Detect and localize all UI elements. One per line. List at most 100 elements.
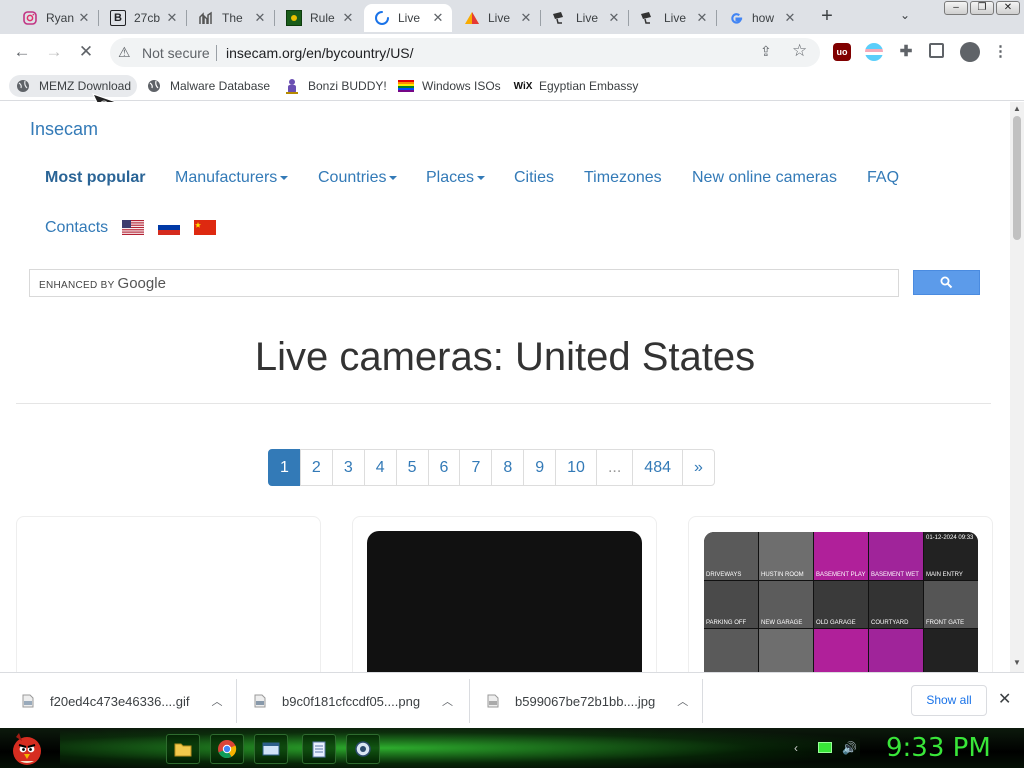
chevron-up-icon[interactable]: ︿ [212,693,223,709]
pagination-page[interactable]: 4 [363,449,397,486]
taskbar-chrome[interactable] [210,734,244,764]
chevron-up-icon[interactable]: ︿ [677,693,688,709]
tab-3[interactable]: The ✕ [188,4,274,32]
window-controls: ‒ ❐ ✕ [944,1,1020,15]
pagination-page[interactable]: 10 [555,449,597,486]
us-flag-icon[interactable] [122,220,144,235]
minimize-button[interactable]: ‒ [944,1,968,15]
close-tab-icon[interactable]: ✕ [340,10,356,26]
pagination-page[interactable]: 5 [395,449,429,486]
address-bar[interactable]: ⚠ Not secure insecam.org/en/bycountry/US… [110,38,820,67]
stop-loading-icon[interactable]: ✕ [75,42,97,64]
page-title: Live cameras: United States [254,335,756,379]
close-tab-icon[interactable]: ✕ [164,10,180,26]
taskbar-window-app[interactable] [254,734,288,764]
page-scrollbar[interactable]: ▲ ▼ [1010,102,1024,672]
tab-divider [716,10,717,26]
download-item-2[interactable]: b9c0f181cfccdf05....png ︿ [252,679,453,723]
bookmark-bonzi-buddy[interactable]: Bonzi BUDDY! [278,75,393,97]
camera-card-1[interactable] [16,516,321,672]
pagination-page[interactable]: 2 [299,449,333,486]
pagination-next[interactable]: » [682,449,715,486]
close-download-bar-icon[interactable]: ✕ [998,689,1011,709]
angry-bird-start-icon[interactable] [6,729,46,767]
nav-cities[interactable]: Cities [514,169,554,187]
tab-4[interactable]: Rule ✕ [276,4,362,32]
bookmark-egyptian-embassy[interactable]: WiX Egyptian Embassy [509,75,644,97]
share-icon[interactable]: ⇪ [760,43,772,60]
camera-cell-label: BASEMENT PLAY [816,571,866,578]
pagination-page[interactable]: 9 [523,449,557,486]
back-arrow-icon[interactable]: ← [11,42,33,64]
download-item-1[interactable]: f20ed4c473e46336....gif ︿ [20,679,223,723]
pagination-page[interactable]: 7 [459,449,493,486]
profile-avatar-icon[interactable] [960,42,980,62]
bookmark-star-icon[interactable]: ☆ [792,41,807,61]
nav-manufacturers[interactable]: Manufacturers [175,169,289,187]
bookmarks-bar: MEMZ Download Malware Database Bonzi BUD… [0,71,1024,115]
camera-thumbnail-black[interactable] [367,531,642,672]
close-tab-icon[interactable]: ✕ [782,10,798,26]
tab-2[interactable]: B 27cb ✕ [100,4,186,32]
china-flag-icon[interactable] [194,220,216,235]
close-tab-icon[interactable]: ✕ [76,10,92,26]
volume-icon[interactable]: 🔊 [842,741,857,755]
russia-flag-icon[interactable] [158,220,180,235]
taskbar-file-explorer[interactable] [166,734,200,764]
menu-kebab-icon[interactable]: ⋮ [993,43,1008,61]
pagination-page[interactable]: 3 [331,449,365,486]
search-button[interactable] [913,270,980,295]
close-tab-icon[interactable]: ✕ [430,10,446,26]
scrollbar-thumb[interactable] [1013,116,1021,240]
tab-5-active[interactable]: Live ✕ [364,4,452,32]
url-text[interactable]: insecam.org/en/bycountry/US/ [226,45,414,61]
tab-6[interactable]: Live ✕ [454,4,540,32]
bookmark-windows-isos[interactable]: Windows ISOs [392,75,507,97]
show-all-downloads-button[interactable]: Show all [911,685,987,716]
nav-new-online-cameras[interactable]: New online cameras [692,169,837,187]
ublock-icon[interactable]: uo [833,43,851,61]
tab-7[interactable]: Live ✕ [542,4,628,32]
warning-icon[interactable]: ⚠ [118,44,131,61]
new-tab-button[interactable]: + [816,6,838,28]
close-tab-icon[interactable]: ✕ [606,10,622,26]
battery-icon[interactable] [818,742,832,753]
nav-most-popular[interactable]: Most popular [45,169,145,187]
nav-faq[interactable]: FAQ [867,169,899,187]
taskbar-media-app[interactable] [346,734,380,764]
close-tab-icon[interactable]: ✕ [252,10,268,26]
scroll-up-arrow-icon[interactable]: ▲ [1013,104,1021,113]
side-panel-icon[interactable] [929,43,944,58]
extensions-puzzle-icon[interactable]: ✚ [897,43,915,61]
chevron-up-icon[interactable]: ︿ [442,693,453,709]
taskbar-notepad[interactable] [302,734,336,764]
caret-down-icon [389,175,398,180]
scroll-down-arrow-icon[interactable]: ▼ [1013,658,1021,667]
taskbar-clock[interactable]: 9:33 PM [886,733,991,763]
camera-thumbnail-multiview[interactable]: DRIVEWAYS HUSTIN ROOM BASEMENT PLAY BASEMEN… [704,532,978,672]
nav-countries[interactable]: Countries [318,169,398,187]
nav-places[interactable]: Places [426,169,486,187]
close-window-button[interactable]: ✕ [996,1,1020,15]
not-secure-label[interactable]: Not secure [142,45,210,61]
tab-search-chevron-icon[interactable]: ⌄ [896,8,914,26]
google-search-input[interactable]: ENHANCED BY Google [29,269,899,297]
tab-1[interactable]: Ryan ✕ [12,4,98,32]
pagination-page[interactable]: 1 [268,449,301,486]
tab-8[interactable]: Live ✕ [630,4,716,32]
close-tab-icon[interactable]: ✕ [694,10,710,26]
restore-button[interactable]: ❐ [970,1,994,15]
nav-contacts[interactable]: Contacts [45,219,108,237]
tab-9[interactable]: how ✕ [718,4,804,32]
nav-timezones[interactable]: Timezones [584,169,662,187]
site-logo[interactable]: Insecam [30,119,98,140]
pagination-page[interactable]: 8 [491,449,525,486]
bookmark-malware-database[interactable]: Malware Database [140,75,276,97]
tray-chevron-icon[interactable]: ‹ [794,741,798,755]
download-item-3[interactable]: b599067be72b1bb....jpg ︿ [485,679,688,723]
close-tab-icon[interactable]: ✕ [518,10,534,26]
trans-flag-extension-icon[interactable] [865,43,883,61]
pagination-page[interactable]: 6 [427,449,461,486]
pagination-page[interactable]: 484 [632,449,683,486]
forward-arrow-icon[interactable]: → [43,42,65,64]
